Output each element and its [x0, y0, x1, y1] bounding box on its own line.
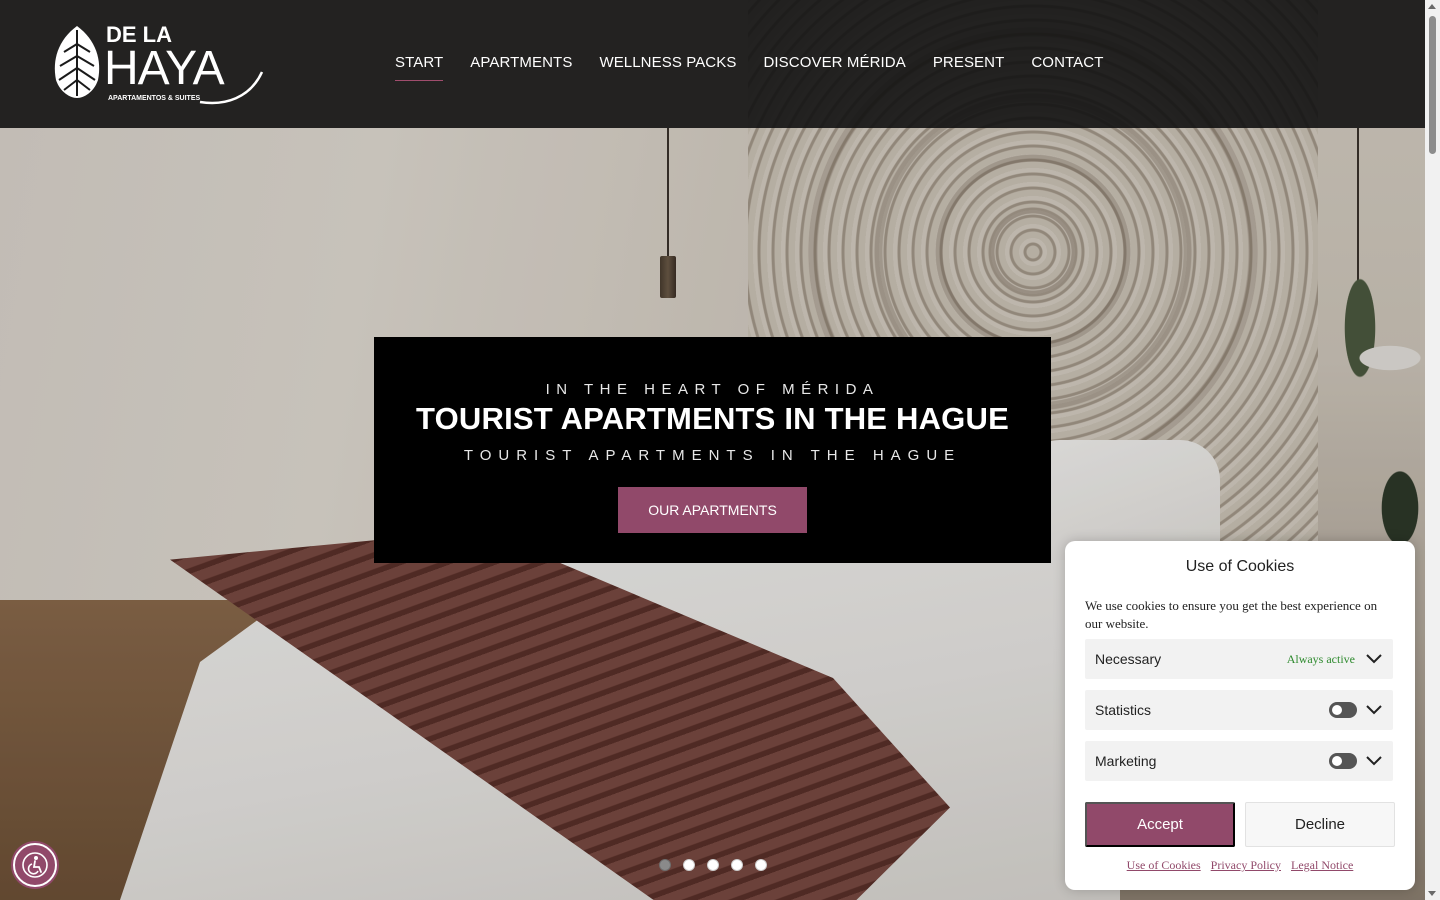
slider-dot[interactable] [755, 859, 767, 871]
chevron-down-icon[interactable] [1365, 752, 1383, 770]
hero-caption: IN THE HEART OF MÉRIDA TOURIST APARTMENT… [374, 337, 1051, 563]
page-scrollbar[interactable] [1425, 0, 1440, 900]
scrollbar-thumb[interactable] [1429, 16, 1436, 154]
cookie-category-label: Necessary [1095, 651, 1162, 667]
accessibility-icon [22, 852, 48, 878]
slider-dot[interactable] [731, 859, 743, 871]
nav-item-start[interactable]: START [395, 54, 444, 81]
cookie-category-marketing[interactable]: Marketing [1085, 741, 1393, 781]
nav-item-present[interactable]: PRESENT [933, 54, 1005, 81]
slider-dot[interactable] [683, 859, 695, 871]
cookie-consent-panel: Use of Cookies We use cookies to ensure … [1065, 541, 1415, 890]
hero-pretitle: IN THE HEART OF MÉRIDA [545, 381, 880, 398]
main-nav: START APARTMENTS WELLNESS PACKS DISCOVER MÉ… [395, 54, 1103, 81]
cookie-description: We use cookies to ensure you get the bes… [1085, 598, 1378, 631]
accessibility-button[interactable] [13, 843, 57, 887]
site-header: DE LA HAYA APARTAMENTOS & SUITES START AP… [0, 0, 1425, 128]
scroll-up-icon[interactable] [1428, 4, 1436, 9]
nav-item-contact[interactable]: CONTACT [1031, 54, 1103, 81]
accept-cookies-button[interactable]: Accept [1085, 802, 1235, 847]
nav-item-wellness-packs[interactable]: WELLNESS PACKS [599, 54, 736, 81]
marketing-toggle[interactable] [1329, 753, 1357, 769]
slider-dots [659, 859, 767, 871]
slider-dot[interactable] [707, 859, 719, 871]
site-logo[interactable]: DE LA HAYA APARTAMENTOS & SUITES [50, 22, 290, 106]
decline-cookies-button[interactable]: Decline [1245, 802, 1395, 847]
leaf-icon: DE LA HAYA APARTAMENTOS & SUITES [54, 22, 264, 105]
cookie-links: Use of Cookies Privacy Policy Legal Noti… [1065, 858, 1415, 873]
hero-subtitle: TOURIST APARTMENTS IN THE HAGUE [463, 447, 962, 464]
svg-text:HAYA: HAYA [104, 42, 225, 95]
use-of-cookies-link[interactable]: Use of Cookies [1127, 858, 1201, 873]
always-active-label: Always active [1286, 651, 1355, 666]
cookie-title: Use of Cookies [1185, 558, 1295, 575]
svg-text:APARTAMENTOS & SUITES: APARTAMENTOS & SUITES [108, 95, 201, 102]
scroll-down-icon[interactable] [1428, 891, 1436, 896]
privacy-policy-link[interactable]: Privacy Policy [1211, 858, 1281, 873]
statistics-toggle[interactable] [1329, 702, 1357, 718]
nav-item-apartments[interactable]: APARTMENTS [470, 54, 572, 81]
legal-notice-link[interactable]: Legal Notice [1291, 858, 1353, 873]
our-apartments-button[interactable]: OUR APARTMENTS [618, 487, 807, 533]
cookie-category-necessary[interactable]: Necessary Always active [1085, 639, 1393, 679]
slider-dot[interactable] [659, 859, 671, 871]
nav-item-discover-m-rida[interactable]: DISCOVER MÉRIDA [763, 54, 905, 81]
cookie-category-label: Marketing [1095, 753, 1157, 769]
cookie-category-statistics[interactable]: Statistics [1085, 690, 1393, 730]
chevron-down-icon[interactable] [1365, 701, 1383, 719]
chevron-down-icon[interactable] [1365, 650, 1383, 668]
cookie-category-label: Statistics [1095, 702, 1152, 718]
hero-title: TOURIST APARTMENTS IN THE HAGUE [416, 401, 1009, 436]
